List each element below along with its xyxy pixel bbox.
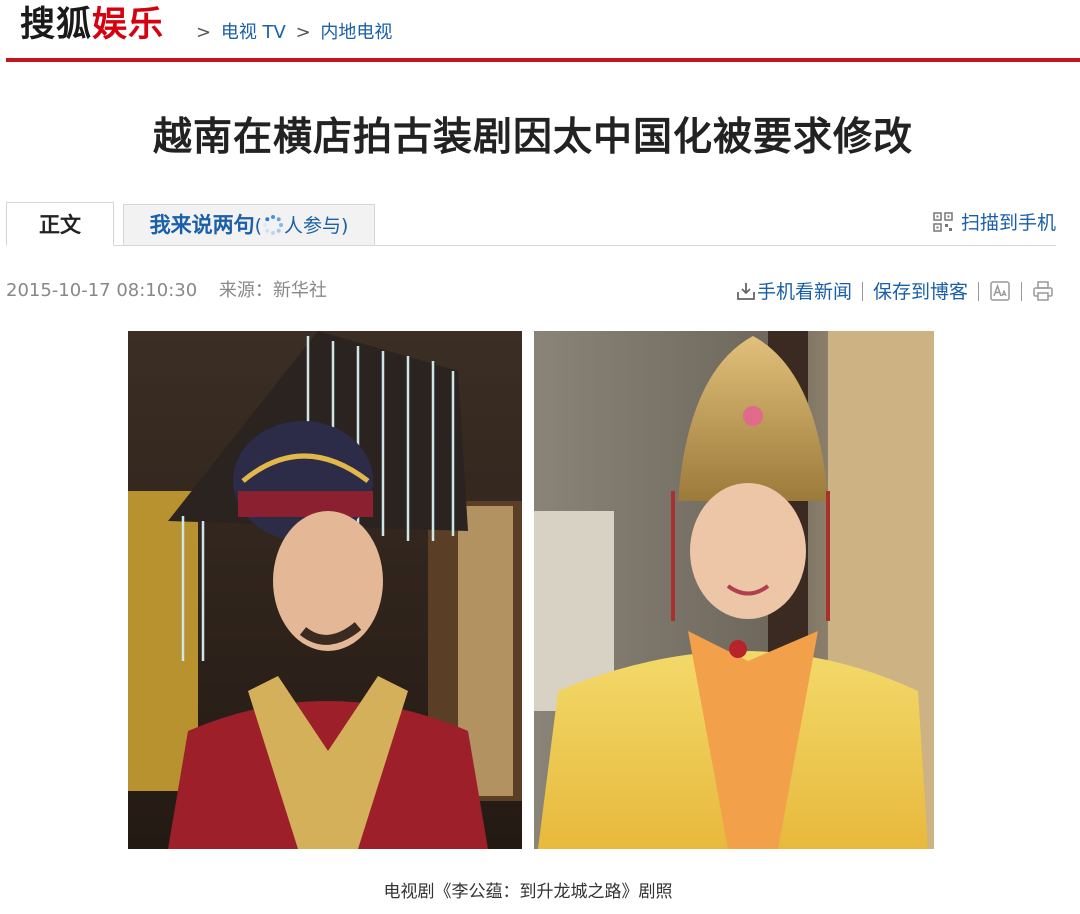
breadcrumb-separator: >	[295, 22, 311, 43]
comment-count-suffix: 人参与)	[284, 215, 349, 237]
tool-divider	[1021, 282, 1022, 301]
tool-divider	[861, 282, 863, 301]
font-size-icon	[990, 281, 1010, 301]
logo-text-ent: 娱乐	[92, 4, 165, 45]
breadcrumb-tv[interactable]: 电视 TV	[221, 22, 286, 43]
mobile-news-label: 手机看新闻	[756, 281, 852, 303]
loading-spinner-icon	[263, 215, 283, 235]
sohu-ent-logo[interactable]: 搜狐娱乐	[20, 4, 164, 46]
print-button[interactable]	[1032, 278, 1054, 306]
save-to-blog-button[interactable]: 保存到博客	[873, 278, 968, 306]
site-header: 搜狐娱乐 > 电视 TV > 内地电视	[0, 0, 1080, 62]
photo-left-emperor	[128, 331, 522, 849]
print-icon	[1033, 281, 1053, 301]
breadcrumb-mainland-tv[interactable]: 内地电视	[320, 22, 392, 43]
download-phone-icon	[737, 283, 755, 300]
breadcrumb-separator: >	[196, 22, 212, 43]
comment-count-open: (	[254, 215, 262, 237]
comment-tab-label: 我来说两句	[149, 213, 255, 237]
tool-divider	[978, 282, 979, 301]
tab-main-text[interactable]: 正文	[6, 202, 114, 246]
logo-text-sohu: 搜狐	[20, 4, 93, 45]
breadcrumb: > 电视 TV > 内地电视	[192, 22, 392, 44]
article-tools: 手机看新闻 保存到博客	[735, 278, 1054, 306]
article-title: 越南在横店拍古装剧因太中国化被要求修改	[152, 115, 913, 160]
mobile-news-button[interactable]: 手机看新闻	[735, 278, 852, 306]
photo-caption: 电视剧《李公蕴：到升龙城之路》剧照	[383, 882, 673, 902]
article-meta: 2015-10-17 08:10:30 来源：新华社	[6, 278, 327, 304]
publish-time: 2015-10-17 08:10:30	[6, 280, 198, 301]
article-source: 来源：新华社	[218, 280, 327, 301]
article-tabs: 正文 我来说两句( 人参与) 扫描到手机	[6, 202, 1056, 246]
header-divider	[6, 58, 1080, 62]
scan-label: 扫描到手机	[960, 212, 1056, 234]
tab-comments[interactable]: 我来说两句( 人参与)	[123, 204, 375, 245]
photo-divider	[522, 331, 534, 849]
scan-to-phone-button[interactable]: 扫描到手机	[933, 210, 1056, 236]
article-photo	[128, 331, 934, 849]
font-size-button[interactable]	[989, 278, 1011, 306]
photo-right-empress	[534, 331, 934, 849]
qr-scan-icon	[933, 212, 953, 232]
